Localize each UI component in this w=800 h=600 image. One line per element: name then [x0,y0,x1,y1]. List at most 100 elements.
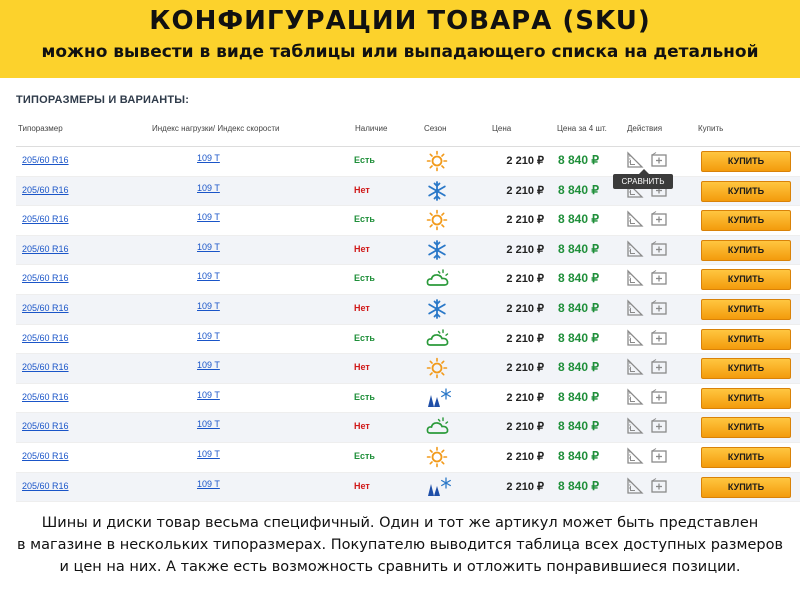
compare-icon[interactable] [626,299,644,317]
price-for-4: 8 840 ₽ [558,360,599,375]
compare-icon[interactable] [626,328,644,347]
add-to-deferred-icon[interactable] [650,447,668,465]
buy-button[interactable]: КУПИТЬ [701,446,791,468]
index-link[interactable]: 109 T [197,212,220,222]
add-to-deferred-icon[interactable] [650,151,668,169]
row-actions [626,358,670,378]
buy-button[interactable]: КУПИТЬ [701,476,791,498]
description: Шины и диски товар весьма специфичный. О… [0,512,800,578]
price: 2 210 ₽ [506,480,544,493]
row-actions [626,328,670,349]
size-link[interactable]: 205/60 R16 [22,392,69,402]
add-to-deferred-icon[interactable] [650,388,668,406]
size-link[interactable]: 205/60 R16 [22,273,69,283]
col-header-season: Сезон [424,124,447,133]
size-link[interactable]: 205/60 R16 [22,333,69,343]
price: 2 210 ₽ [506,214,544,227]
availability-status: Нет [354,302,370,313]
compare-tooltip: СРАВНИТЬ [613,169,673,189]
description-line: Шины и диски товар весьма специфичный. О… [41,515,759,531]
add-to-deferred-icon[interactable] [650,358,668,376]
table-row: 205/60 R16 109 T Нет 2 210 ₽ 8 840 ₽ КУПИТЬ [16,176,800,207]
size-link[interactable]: 205/60 R16 [22,244,69,254]
description-line: и цен на них. А также есть возможность с… [59,559,741,575]
compare-icon[interactable] [626,269,644,287]
index-link[interactable]: 109 T [197,390,220,400]
size-link[interactable]: 205/60 R16 [22,362,69,372]
index-link[interactable]: 109 T [197,183,220,193]
col-header-buy: Купить [698,124,724,133]
price-for-4: 8 840 ₽ [558,419,599,434]
row-actions [626,210,670,230]
add-to-deferred-icon[interactable] [650,269,668,287]
index-link[interactable]: 109 T [197,479,220,489]
winter-icon [426,298,450,320]
table-row: 205/60 R16 109 T Нет 2 210 ₽ 8 840 ₽ КУПИТЬ [16,235,800,266]
add-to-deferred-icon[interactable] [650,329,668,347]
row-actions [626,447,670,467]
price: 2 210 ₽ [506,391,544,404]
index-link[interactable]: 109 T [197,153,220,163]
compare-icon[interactable] [626,151,644,169]
buy-button[interactable]: КУПИТЬ [701,328,791,350]
promo-banner: КОНФИГУРАЦИИ ТОВАРА (SKU) можно вывести … [0,0,800,78]
compare-icon[interactable] [626,358,644,376]
availability-status: Есть [354,155,375,165]
compare-icon[interactable] [626,476,644,495]
price-for-4: 8 840 ₽ [558,271,599,286]
compare-icon[interactable] [626,388,644,406]
table-body: 205/60 R16 109 T Есть 2 210 ₽ 8 840 ₽ КУПИТЬ 2… [16,147,800,503]
row-actions [626,476,670,497]
price: 2 210 ₽ [506,302,544,315]
price-for-4: 8 840 ₽ [558,212,599,227]
index-link[interactable]: 109 T [197,242,220,252]
compare-icon[interactable] [626,210,644,228]
size-link[interactable]: 205/60 R16 [22,421,69,431]
compare-icon[interactable] [626,417,644,435]
add-to-deferred-icon[interactable] [650,240,668,258]
table-row: 205/60 R16 109 T Нет 2 210 ₽ 8 840 ₽ КУПИТЬ [16,413,800,443]
buy-button[interactable]: КУПИТЬ [701,298,791,320]
size-link[interactable]: 205/60 R16 [22,303,69,313]
table-row: 205/60 R16 109 T Есть 2 210 ₽ 8 840 ₽ КУПИТЬ [16,206,800,236]
availability-status: Есть [354,273,375,284]
buy-button[interactable]: КУПИТЬ [701,387,791,409]
description-line: в магазине в нескольких типоразмерах. По… [16,537,783,553]
summer-icon [426,446,450,468]
table-row: 205/60 R16 109 T Есть 2 210 ₽ 8 840 ₽ КУПИТЬ [16,265,800,295]
buy-button[interactable]: КУПИТЬ [701,180,791,202]
add-to-deferred-icon[interactable] [650,299,668,317]
index-link[interactable]: 109 T [197,449,220,459]
buy-button[interactable]: КУПИТЬ [701,417,791,439]
size-link[interactable]: 205/60 R16 [22,481,69,491]
size-link[interactable]: 205/60 R16 [22,155,69,165]
buy-button[interactable]: КУПИТЬ [701,151,791,172]
index-link[interactable]: 109 T [197,419,220,429]
index-link[interactable]: 109 T [197,331,220,341]
buy-button[interactable]: КУПИТЬ [701,239,791,261]
compare-icon[interactable] [626,447,644,465]
price-for-4: 8 840 ₽ [558,389,599,404]
size-link[interactable]: 205/60 R16 [22,214,69,224]
col-header-availability: Наличие [355,124,388,133]
index-link[interactable]: 109 T [197,360,220,370]
table-row: 205/60 R16 109 T Есть 2 210 ₽ 8 840 ₽ КУПИТЬ [16,384,800,414]
add-to-deferred-icon[interactable] [650,477,668,495]
size-link[interactable]: 205/60 R16 [22,451,69,461]
index-link[interactable]: 109 T [197,301,220,311]
table-row: 205/60 R16 109 T Нет 2 210 ₽ 8 840 ₽ КУПИТЬ [16,354,800,384]
studded-winter-icon [426,476,451,498]
add-to-deferred-icon[interactable] [650,417,668,435]
col-header-index: Индекс нагрузки/ Индекс скорости [152,124,280,133]
compare-icon[interactable] [626,240,644,258]
col-header-actions: Действия [627,124,663,133]
buy-button[interactable]: КУПИТЬ [701,269,791,291]
add-to-deferred-icon[interactable] [650,210,668,228]
price: 2 210 ₽ [506,332,544,345]
index-link[interactable]: 109 T [197,271,220,281]
buy-button[interactable]: КУПИТЬ [701,210,791,232]
price-for-4: 8 840 ₽ [558,153,599,167]
buy-button[interactable]: КУПИТЬ [701,358,791,380]
size-link[interactable]: 205/60 R16 [22,185,69,195]
all-season-icon [426,328,450,350]
